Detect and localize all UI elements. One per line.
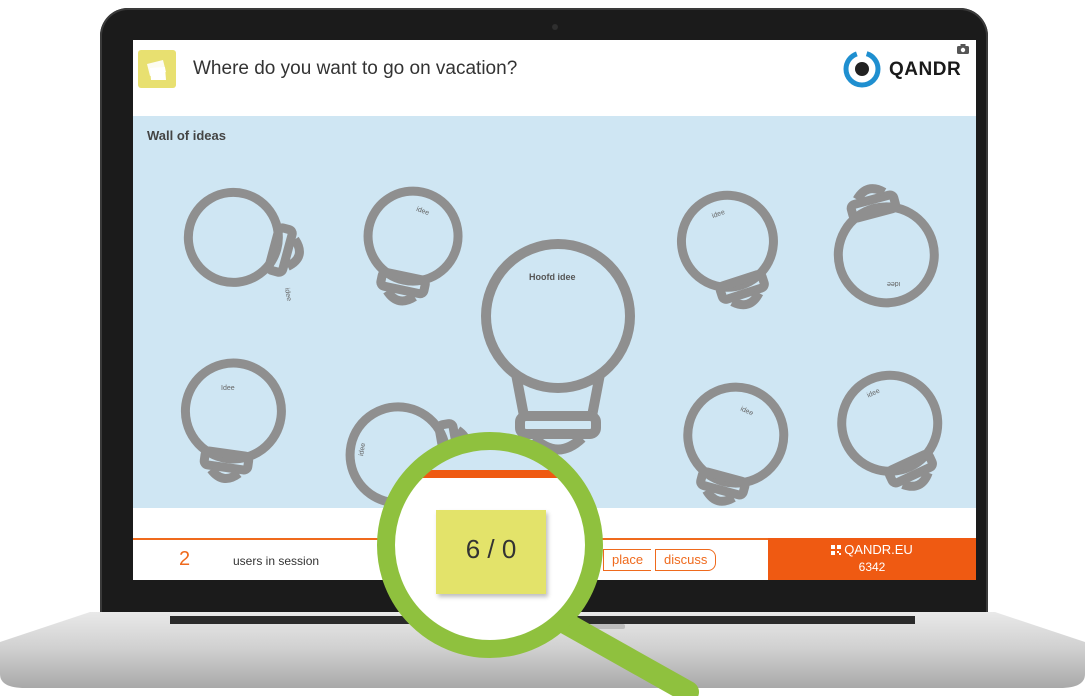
idea-label: Idee [221, 385, 235, 392]
idea-bulb[interactable] [829, 366, 954, 506]
site-url: QANDR.EU [768, 542, 976, 557]
app-header: Where do you want to go on vacation? QAN… [133, 40, 976, 116]
camera-icon[interactable] [957, 44, 969, 54]
session-code-box: QANDR.EU 6342 [768, 538, 976, 580]
qandr-logo-icon [843, 50, 881, 88]
question-title: Where do you want to go on vacation? [193, 58, 518, 79]
idea-bulb[interactable] [355, 186, 470, 316]
idea-bulb[interactable] [163, 180, 323, 300]
wall-title: Wall of ideas [147, 128, 226, 143]
webcam-icon [552, 24, 558, 30]
main-idea-label: Hoofd idee [529, 272, 576, 282]
notes-icon [138, 50, 176, 88]
idea-bulb[interactable] [173, 356, 293, 496]
brand-name: QANDR [889, 59, 962, 80]
main-idea-bulb[interactable] [473, 236, 643, 461]
counter-display: 6 / 0 [436, 510, 546, 594]
user-count: 2 [179, 548, 191, 570]
session-code: 6342 [858, 560, 886, 574]
site-url-text: QANDR.EU [844, 542, 913, 557]
users-label: users in session [233, 554, 320, 568]
idea-bulb[interactable] [669, 188, 789, 323]
idea-bulb[interactable] [823, 170, 948, 320]
idea-label: idee [887, 280, 901, 287]
qr-code-icon [831, 545, 842, 555]
